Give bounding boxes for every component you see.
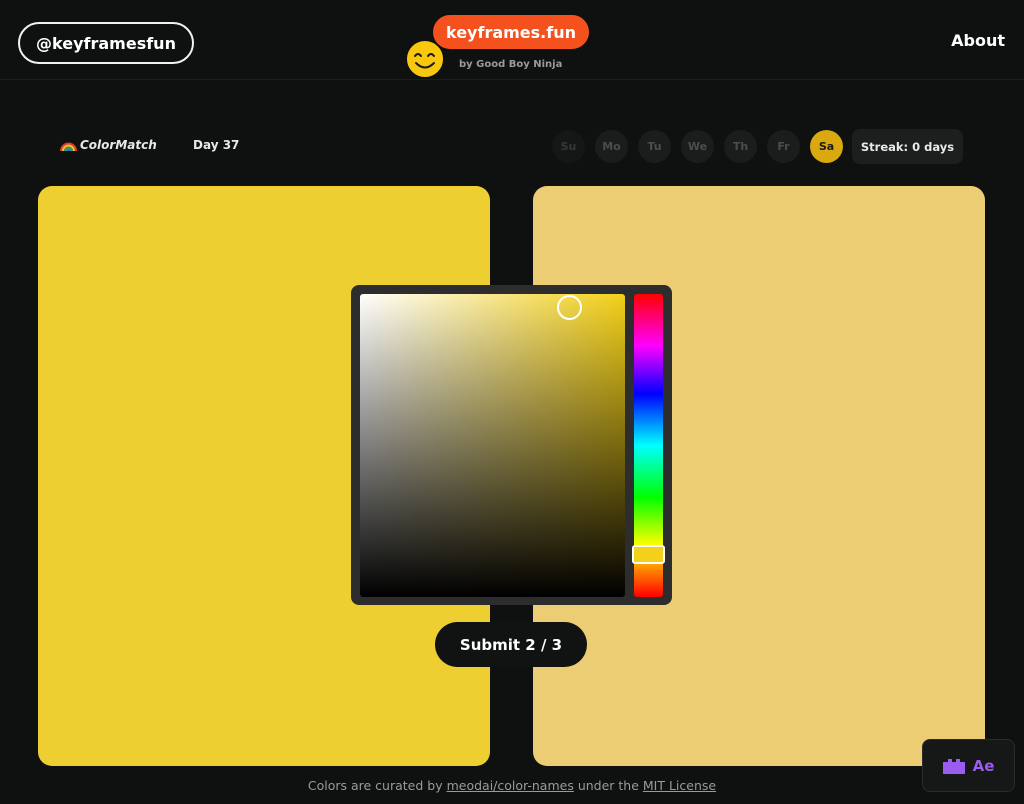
footer-text-prefix: Colors are curated by (307, 778, 447, 793)
submit-button[interactable]: Submit 2 / 3 (435, 622, 587, 667)
site-logo[interactable]: keyframes.fun (431, 13, 591, 51)
weekday-sa: Sa (810, 130, 843, 163)
app-window: @keyframesfun keyframes.fun by Good Boy … (0, 0, 1024, 804)
weekday-th: Th (724, 130, 757, 163)
app-brand-label: ColorMatch (80, 138, 157, 152)
streak-badge: Streak: 0 days (852, 129, 963, 164)
weekday-mo: Mo (595, 130, 628, 163)
day-counter: Day 37 (193, 138, 240, 152)
site-byline: by Good Boy Ninja (459, 59, 563, 70)
footer-credits: Colors are curated by meodai/color-names… (0, 778, 1024, 793)
weekday-su: Su (552, 130, 585, 163)
weekday-tracker: Su Mo Tu We Th Fr Sa (552, 130, 843, 163)
color-names-link[interactable]: meodai/color-names (447, 778, 574, 793)
plugin-icon (942, 758, 965, 774)
color-picker (351, 285, 672, 605)
footer-text-middle: under the (573, 778, 643, 793)
saturation-value-handle[interactable] (557, 295, 582, 320)
social-handle-button[interactable]: @keyframesfun (18, 22, 194, 64)
weekday-tu: Tu (638, 130, 671, 163)
header: @keyframesfun keyframes.fun by Good Boy … (0, 0, 1024, 80)
weekday-we: We (681, 130, 714, 163)
rainbow-icon (60, 142, 77, 151)
saturation-value-area[interactable] (360, 294, 625, 597)
after-effects-label: Ae (972, 756, 995, 775)
app-brand: ColorMatch (60, 138, 157, 152)
hue-slider-handle[interactable] (632, 545, 665, 564)
about-link[interactable]: About (951, 31, 1005, 50)
mit-license-link[interactable]: MIT License (643, 778, 716, 793)
weekday-fr: Fr (767, 130, 800, 163)
after-effects-badge[interactable]: Ae (922, 739, 1015, 792)
